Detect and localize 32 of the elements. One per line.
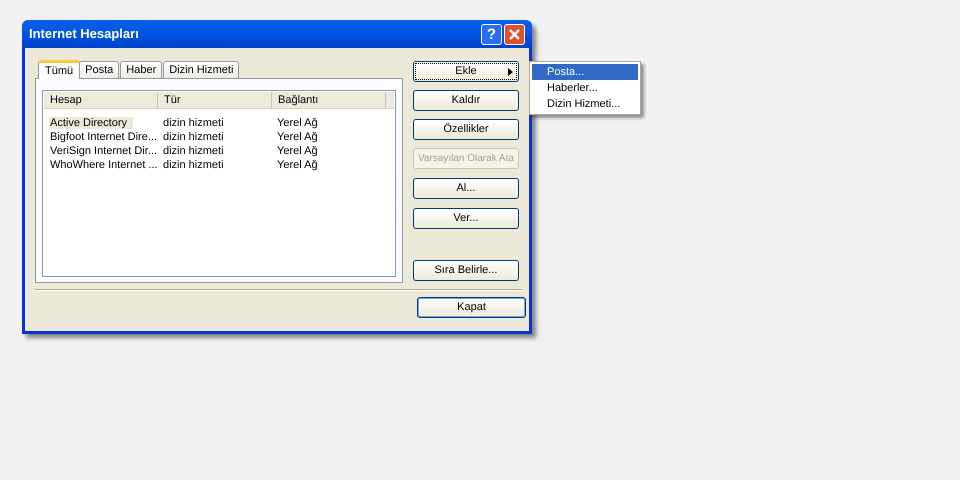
table-cell-text: dizin hizmeti: [162, 144, 225, 159]
tab[interactable]: Tümü: [38, 60, 80, 79]
close-dialog-button[interactable]: Kapat: [417, 297, 526, 318]
column-header[interactable]: Hesap: [44, 92, 158, 108]
table-cell[interactable]: WhoWhere Internet ...: [44, 156, 158, 174]
table-cell-text: Yerel Ağ: [276, 130, 319, 145]
table-cell-text: Yerel Ağ: [276, 116, 319, 131]
window-title: Internet Hesapları: [29, 25, 140, 44]
table-cell[interactable]: Bigfoot Internet Dire...: [44, 128, 158, 146]
action-button[interactable]: Ekle: [412, 61, 519, 82]
close-button[interactable]: [504, 24, 525, 44]
action-button[interactable]: Özellikler: [412, 119, 519, 140]
table-cell-text: dizin hizmeti: [162, 130, 225, 145]
tab[interactable]: Haber: [120, 61, 162, 78]
table-cell-text: dizin hizmeti: [162, 116, 225, 131]
action-button[interactable]: Kaldır: [412, 90, 519, 111]
action-button[interactable]: Al...: [412, 178, 519, 199]
column-header[interactable]: Tür: [158, 92, 272, 108]
table-cell-text: Yerel Ağ: [276, 158, 319, 173]
menu-item[interactable]: Dizin Hizmeti...: [532, 96, 638, 112]
tab[interactable]: Posta: [79, 61, 120, 78]
table-cell-text: Yerel Ağ: [276, 144, 319, 159]
table-cell[interactable]: VeriSign Internet Dir...: [44, 142, 158, 160]
menu-item[interactable]: Posta...: [532, 64, 638, 80]
action-button[interactable]: Ver...: [412, 208, 519, 229]
action-button[interactable]: Sıra Belirle...: [412, 260, 519, 281]
help-button[interactable]: ?: [481, 24, 502, 44]
table-cell-text: dizin hizmeti: [162, 158, 225, 173]
close-icon: [508, 28, 521, 40]
column-header[interactable]: Bağlantı: [272, 92, 386, 108]
tab[interactable]: Dizin Hizmeti: [163, 61, 240, 78]
menu-item[interactable]: Haberler...: [532, 80, 638, 96]
